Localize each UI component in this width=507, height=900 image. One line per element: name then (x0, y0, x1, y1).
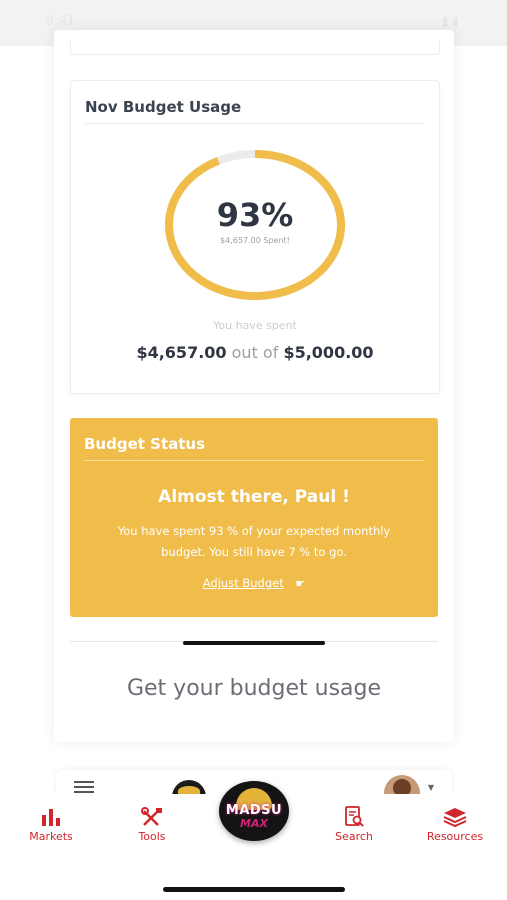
tab-tools[interactable]: Tools (107, 806, 197, 843)
previous-card-edge (70, 40, 440, 55)
usage-spent-note: $4,657.00 Spent! (220, 236, 290, 245)
card-divider (84, 460, 424, 461)
card-divider (85, 123, 425, 124)
pointing-hand-icon: ☛ (295, 577, 306, 590)
tools-icon (141, 807, 162, 826)
status-message: You have spent 93 % of your expected mon… (117, 524, 391, 559)
budget-usage-card: Nov Budget Usage 93% $4,657.00 Spent! Yo… (70, 80, 440, 394)
menu-icon[interactable] (74, 781, 94, 793)
budget-usage-title: Nov Budget Usage (85, 98, 242, 116)
chevron-down-icon[interactable]: ▼ (428, 783, 434, 792)
document-search-icon (345, 806, 364, 827)
tab-tools-label: Tools (138, 830, 166, 843)
scroll-indicator (183, 641, 325, 645)
tab-markets-label: Markets (29, 830, 73, 843)
status-icons: ▮ ▮ (441, 14, 459, 28)
get-budget-usage-text: Get your budget usage (126, 676, 382, 701)
usage-percent: 93% (216, 196, 294, 234)
spent-label: You have spent (213, 319, 297, 332)
tab-search-label: Search (335, 830, 373, 843)
madsu-max-button[interactable]: MADSU MAX (219, 781, 289, 841)
tab-resources[interactable]: Resources (410, 806, 500, 843)
adjust-budget-row: Adjust Budget ☛ (70, 576, 438, 590)
status-headline: Almost there, Paul ! (158, 487, 350, 507)
budget-status-card: Budget Status Almost there, Paul ! You h… (70, 418, 438, 617)
tab-markets[interactable]: Markets (6, 806, 96, 843)
tab-search[interactable]: Search (309, 806, 399, 843)
tab-resources-label: Resources (426, 830, 484, 843)
spent-summary: $4,657.00 out of $5,000.00 (71, 343, 439, 362)
adjust-budget-link[interactable]: Adjust Budget (203, 576, 284, 590)
status-time: 9:41 (46, 14, 76, 29)
brand-line-1: MADSU (225, 803, 283, 818)
budget-amount: $5,000.00 (283, 343, 374, 362)
layers-icon (443, 808, 467, 828)
home-indicator (163, 887, 345, 892)
spent-amount: $4,657.00 (136, 343, 227, 362)
bar-chart-icon (42, 809, 60, 826)
out-of-text: out of (231, 343, 279, 362)
budget-status-title: Budget Status (84, 435, 206, 453)
brand-line-2: MAX (240, 817, 268, 830)
